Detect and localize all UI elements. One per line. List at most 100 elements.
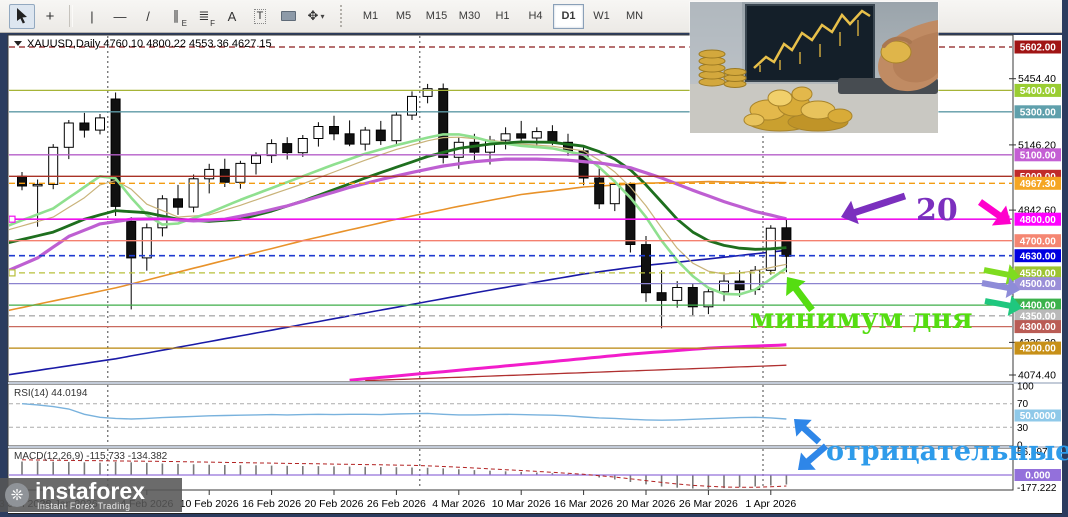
- instaforex-watermark: ❊ instaforex Instant Forex Trading: [0, 478, 182, 512]
- line-handle[interactable]: [9, 269, 16, 277]
- drawing-tools-group: + | — / ∥ E ≣ F A T ✥ ▾: [8, 3, 330, 29]
- candle-body: [251, 155, 261, 164]
- dropdown-caret-icon: ▾: [320, 11, 325, 21]
- macd-zero-badge-label: 0.000: [1025, 471, 1050, 482]
- candle-body: [266, 143, 277, 157]
- candle-body: [17, 175, 27, 187]
- candle-body: [500, 133, 511, 141]
- timeframe-group: M1 M5 M15 M30 H1 H4 D1 W1 MN: [354, 3, 651, 29]
- cursor-icon: [16, 8, 27, 24]
- candle-body: [687, 287, 698, 308]
- vertical-line-icon: |: [90, 8, 94, 24]
- candle-body: [329, 126, 339, 135]
- timeframe-m30-button[interactable]: M30: [454, 4, 485, 29]
- symbol-title[interactable]: XAUUSD,Daily 4760.10 4800.22 4553.36 462…: [27, 38, 272, 50]
- candle-body: [438, 88, 449, 158]
- rsi-tick-100: 100: [1017, 382, 1034, 393]
- ma20-annotation: 20: [916, 193, 958, 228]
- price-tick-4074.40: 4074.40: [1018, 370, 1056, 382]
- fibonacci-icon: ≣: [198, 8, 210, 23]
- candle-body: [734, 280, 745, 291]
- candle-body: [672, 287, 683, 301]
- timeframe-h1-button[interactable]: H1: [487, 4, 518, 29]
- timeframe-m15-button[interactable]: M15: [421, 4, 452, 29]
- candle-body: [609, 183, 620, 205]
- candle-body: [126, 220, 137, 259]
- tool-fibonacci-button[interactable]: ≣ F: [191, 4, 217, 29]
- price-badge-label: 4200.00: [1020, 344, 1057, 355]
- horizontal-line-icon: —: [113, 8, 127, 24]
- tool-horizontal-line-button[interactable]: —: [107, 4, 133, 29]
- candle-body: [375, 129, 386, 142]
- candle-body: [360, 129, 371, 145]
- timeframe-h4-button[interactable]: H4: [520, 4, 551, 29]
- candle-body: [719, 280, 729, 293]
- day-low-annotation: минимум дня: [750, 302, 973, 335]
- date-label: 26 Mar 2026: [679, 498, 738, 510]
- crosshair-icon: +: [45, 7, 55, 25]
- candle-body: [656, 292, 667, 301]
- tool-trendline-button[interactable]: /: [135, 4, 161, 29]
- candle-body: [297, 138, 308, 154]
- candle-body: [141, 227, 152, 259]
- instaforex-logo-icon: ❊: [5, 483, 29, 507]
- fibonacci-sub-letter: F: [210, 18, 215, 28]
- toolbar-separator: [69, 5, 73, 27]
- tool-text-label-button[interactable]: T: [247, 4, 273, 29]
- text-icon: A: [227, 8, 237, 24]
- pane-splitter[interactable]: [8, 382, 1062, 384]
- tool-rectangle-button[interactable]: [275, 4, 301, 29]
- candle-body: [110, 98, 121, 207]
- monitor-chart: [745, 4, 875, 82]
- tool-cursor-button[interactable]: [9, 3, 35, 29]
- timeframe-d1-button[interactable]: D1: [553, 3, 584, 29]
- date-label: 16 Mar 2026: [554, 498, 613, 510]
- negative-annotation: отрицательные: [826, 436, 1068, 467]
- candle-body: [641, 244, 651, 294]
- rsi-tick-30: 30: [1017, 423, 1029, 434]
- timeframe-m5-button[interactable]: M5: [388, 4, 419, 29]
- price-badge-label: 4500.00: [1020, 279, 1057, 290]
- timeframe-mn-button[interactable]: MN: [619, 4, 650, 29]
- macd-tick-bottom: -177.222: [1017, 483, 1057, 494]
- price-badge-label: 4967.30: [1020, 179, 1057, 190]
- date-label: 16 Feb 2026: [242, 498, 301, 510]
- candle-body: [516, 133, 527, 139]
- candle-body: [594, 177, 605, 205]
- timeframe-m1-button[interactable]: M1: [355, 4, 386, 29]
- gold-photo: [689, 1, 939, 134]
- candle-body: [391, 114, 402, 142]
- candle-body: [95, 117, 105, 131]
- trendline-icon: /: [146, 8, 150, 24]
- tool-text-button[interactable]: A: [219, 4, 245, 29]
- date-label: 20 Feb 2026: [305, 498, 364, 510]
- candle-body: [173, 198, 183, 208]
- price-badge-label: 4630.00: [1020, 251, 1057, 262]
- watermark-subtitle: Instant Forex Trading: [37, 501, 131, 511]
- price-badge-label: 5100.00: [1020, 150, 1057, 161]
- price-badge-label: 5400.00: [1020, 86, 1057, 97]
- price-tick-5454.40: 5454.40: [1018, 73, 1056, 85]
- candle-body: [781, 227, 792, 257]
- candle-body: [547, 131, 558, 143]
- rsi-label: RSI(14) 44.0194: [14, 388, 88, 399]
- date-label: 4 Mar 2026: [432, 498, 485, 510]
- candle-body: [204, 168, 215, 180]
- tool-vertical-line-button[interactable]: |: [79, 4, 105, 29]
- date-label: 1 Apr 2026: [745, 498, 796, 510]
- tool-arrows-button[interactable]: ✥ ▾: [303, 4, 329, 29]
- line-handle[interactable]: [9, 215, 16, 223]
- tool-crosshair-button[interactable]: +: [37, 4, 63, 29]
- text-label-icon: T: [253, 8, 267, 24]
- date-label: 20 Mar 2026: [617, 498, 676, 510]
- candle-body: [32, 183, 43, 187]
- candle-body: [235, 162, 246, 183]
- timeframe-w1-button[interactable]: W1: [586, 4, 617, 29]
- tool-equidistant-channel-button[interactable]: ∥ E: [163, 4, 189, 29]
- toolbar-grip[interactable]: [340, 5, 348, 27]
- equidistant-channel-sub-letter: E: [181, 18, 187, 28]
- rsi-tick-70: 70: [1017, 399, 1029, 410]
- candle-body: [48, 146, 59, 185]
- candle-body: [531, 131, 542, 139]
- candle-body: [79, 122, 90, 131]
